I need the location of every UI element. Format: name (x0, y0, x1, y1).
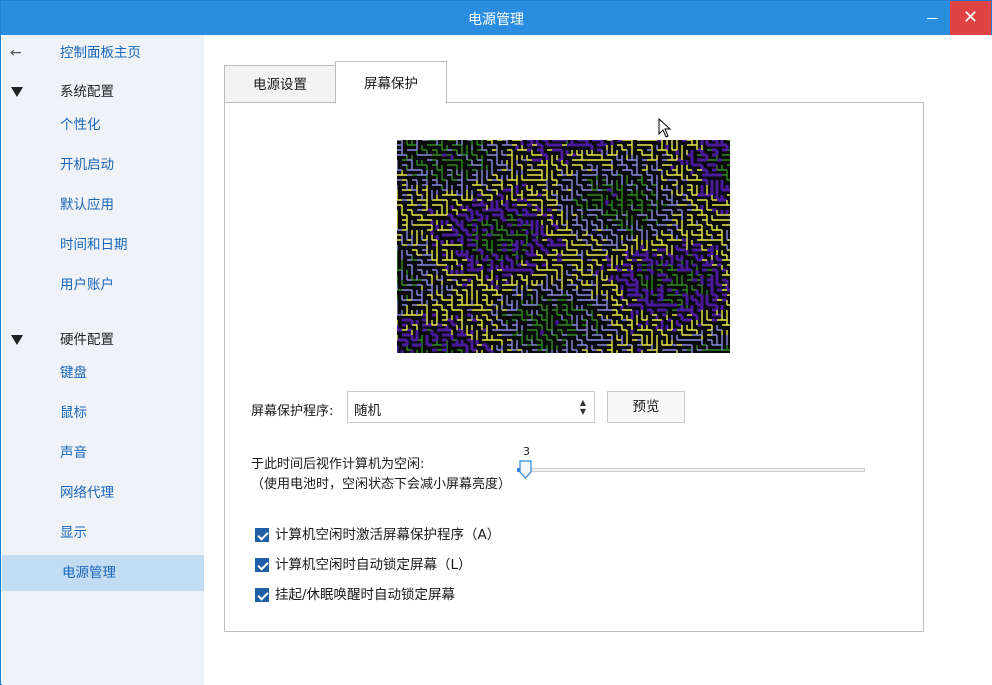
sidebar-item-user-accounts[interactable]: 用户账户 (2, 267, 204, 303)
sidebar-item-label: 鼠标 (60, 405, 87, 421)
checkbox-label: 挂起/休眠唤醒时自动锁定屏幕 (275, 587, 456, 603)
checkbox-checked-icon[interactable] (255, 558, 269, 572)
mouse-cursor-icon (658, 118, 672, 138)
screensaver-preview-image (397, 140, 730, 353)
sidebar-home-label: 控制面板主页 (60, 45, 141, 61)
slider-value-label: 3 (523, 445, 530, 458)
tab-label: 电源设置 (253, 77, 307, 93)
sidebar-item-label: 用户账户 (60, 277, 114, 293)
sidebar-item-power[interactable]: 电源管理 (2, 555, 204, 591)
sidebar-item-label: 开机启动 (60, 157, 114, 173)
sidebar-item-personalize[interactable]: 个性化 (2, 107, 204, 143)
sidebar-item-mouse[interactable]: 鼠标 (2, 395, 204, 431)
tab-power-settings[interactable]: 电源设置 (224, 65, 336, 103)
back-arrow-icon[interactable]: ← (10, 35, 22, 71)
sidebar-item-sound[interactable]: 声音 (2, 435, 204, 471)
idle-time-slider[interactable] (517, 468, 865, 472)
screensaver-panel: 屏幕保护程序: 随机 ▲ ▼ 预览 于此时间后视作计算机为空闲: （使用电池时，空… (224, 102, 924, 632)
screensaver-program-select[interactable]: 随机 ▲ ▼ (347, 391, 595, 423)
slider-handle[interactable] (519, 460, 532, 479)
sidebar-section-system[interactable]: 系统配置 (2, 74, 204, 110)
screensaver-program-label: 屏幕保护程序: (251, 404, 334, 419)
sidebar-item-label: 默认应用 (60, 197, 114, 213)
sidebar-item-network-proxy[interactable]: 网络代理 (2, 475, 204, 511)
sidebar-item-label: 电源管理 (62, 565, 116, 581)
sidebar-section-label: 硬件配置 (60, 332, 114, 348)
tab-label: 屏幕保护 (364, 76, 418, 92)
checkbox-checked-icon[interactable] (255, 588, 269, 602)
title-bar[interactable]: 电源管理 ✕ (1, 1, 991, 35)
sidebar-item-display[interactable]: 显示 (2, 515, 204, 551)
sidebar-item-label: 网络代理 (60, 485, 114, 501)
tab-screensaver[interactable]: 屏幕保护 (335, 61, 447, 104)
sidebar-item-default-apps[interactable]: 默认应用 (2, 187, 204, 223)
sidebar-item-label: 时间和日期 (60, 237, 128, 253)
sidebar-item-date-time[interactable]: 时间和日期 (2, 227, 204, 263)
collapse-triangle-icon[interactable] (11, 335, 23, 345)
checkbox-label: 计算机空闲时激活屏幕保护程序（A） (275, 527, 501, 543)
idle-time-label: 于此时间后视作计算机为空闲: (251, 457, 425, 472)
sidebar-home-link[interactable]: ← 控制面板主页 (2, 35, 204, 71)
sidebar-item-label: 个性化 (60, 117, 101, 133)
minimize-button[interactable] (909, 1, 955, 35)
power-management-window: 电源管理 ✕ ← 控制面板主页 系统配置 个性化 开机启动 默认应用 时间和日期… (0, 0, 992, 685)
sidebar-section-hardware[interactable]: 硬件配置 (2, 322, 204, 358)
maze-stroke (397, 140, 730, 353)
sidebar: ← 控制面板主页 系统配置 个性化 开机启动 默认应用 时间和日期 用户账户 硬… (2, 35, 204, 685)
checkbox-checked-icon[interactable] (255, 528, 269, 542)
preview-button[interactable]: 预览 (607, 391, 685, 423)
window-title: 电源管理 (468, 12, 524, 28)
sidebar-section-label: 系统配置 (60, 84, 114, 100)
close-icon: ✕ (962, 7, 979, 28)
sidebar-item-label: 显示 (60, 525, 87, 541)
sidebar-item-label: 声音 (60, 445, 87, 461)
close-button[interactable]: ✕ (950, 1, 991, 35)
collapse-triangle-icon[interactable] (11, 87, 23, 97)
select-value: 随机 (354, 403, 381, 419)
sidebar-item-label: 键盘 (60, 365, 87, 381)
sidebar-item-keyboard[interactable]: 键盘 (2, 355, 204, 391)
updown-arrows-icon: ▲ ▼ (579, 398, 586, 416)
checkbox-label: 计算机空闲时自动锁定屏幕（L） (275, 557, 472, 573)
sidebar-item-startup[interactable]: 开机启动 (2, 147, 204, 183)
maze-preview-graphic (397, 140, 730, 353)
idle-battery-note: （使用电池时，空闲状态下会减小屏幕亮度） (251, 477, 512, 492)
main-content: 电源设置 屏幕保护 屏幕保护程序: 随机 ▲ ▼ 预览 于此时间后视作计算机为空闲… (204, 35, 992, 685)
